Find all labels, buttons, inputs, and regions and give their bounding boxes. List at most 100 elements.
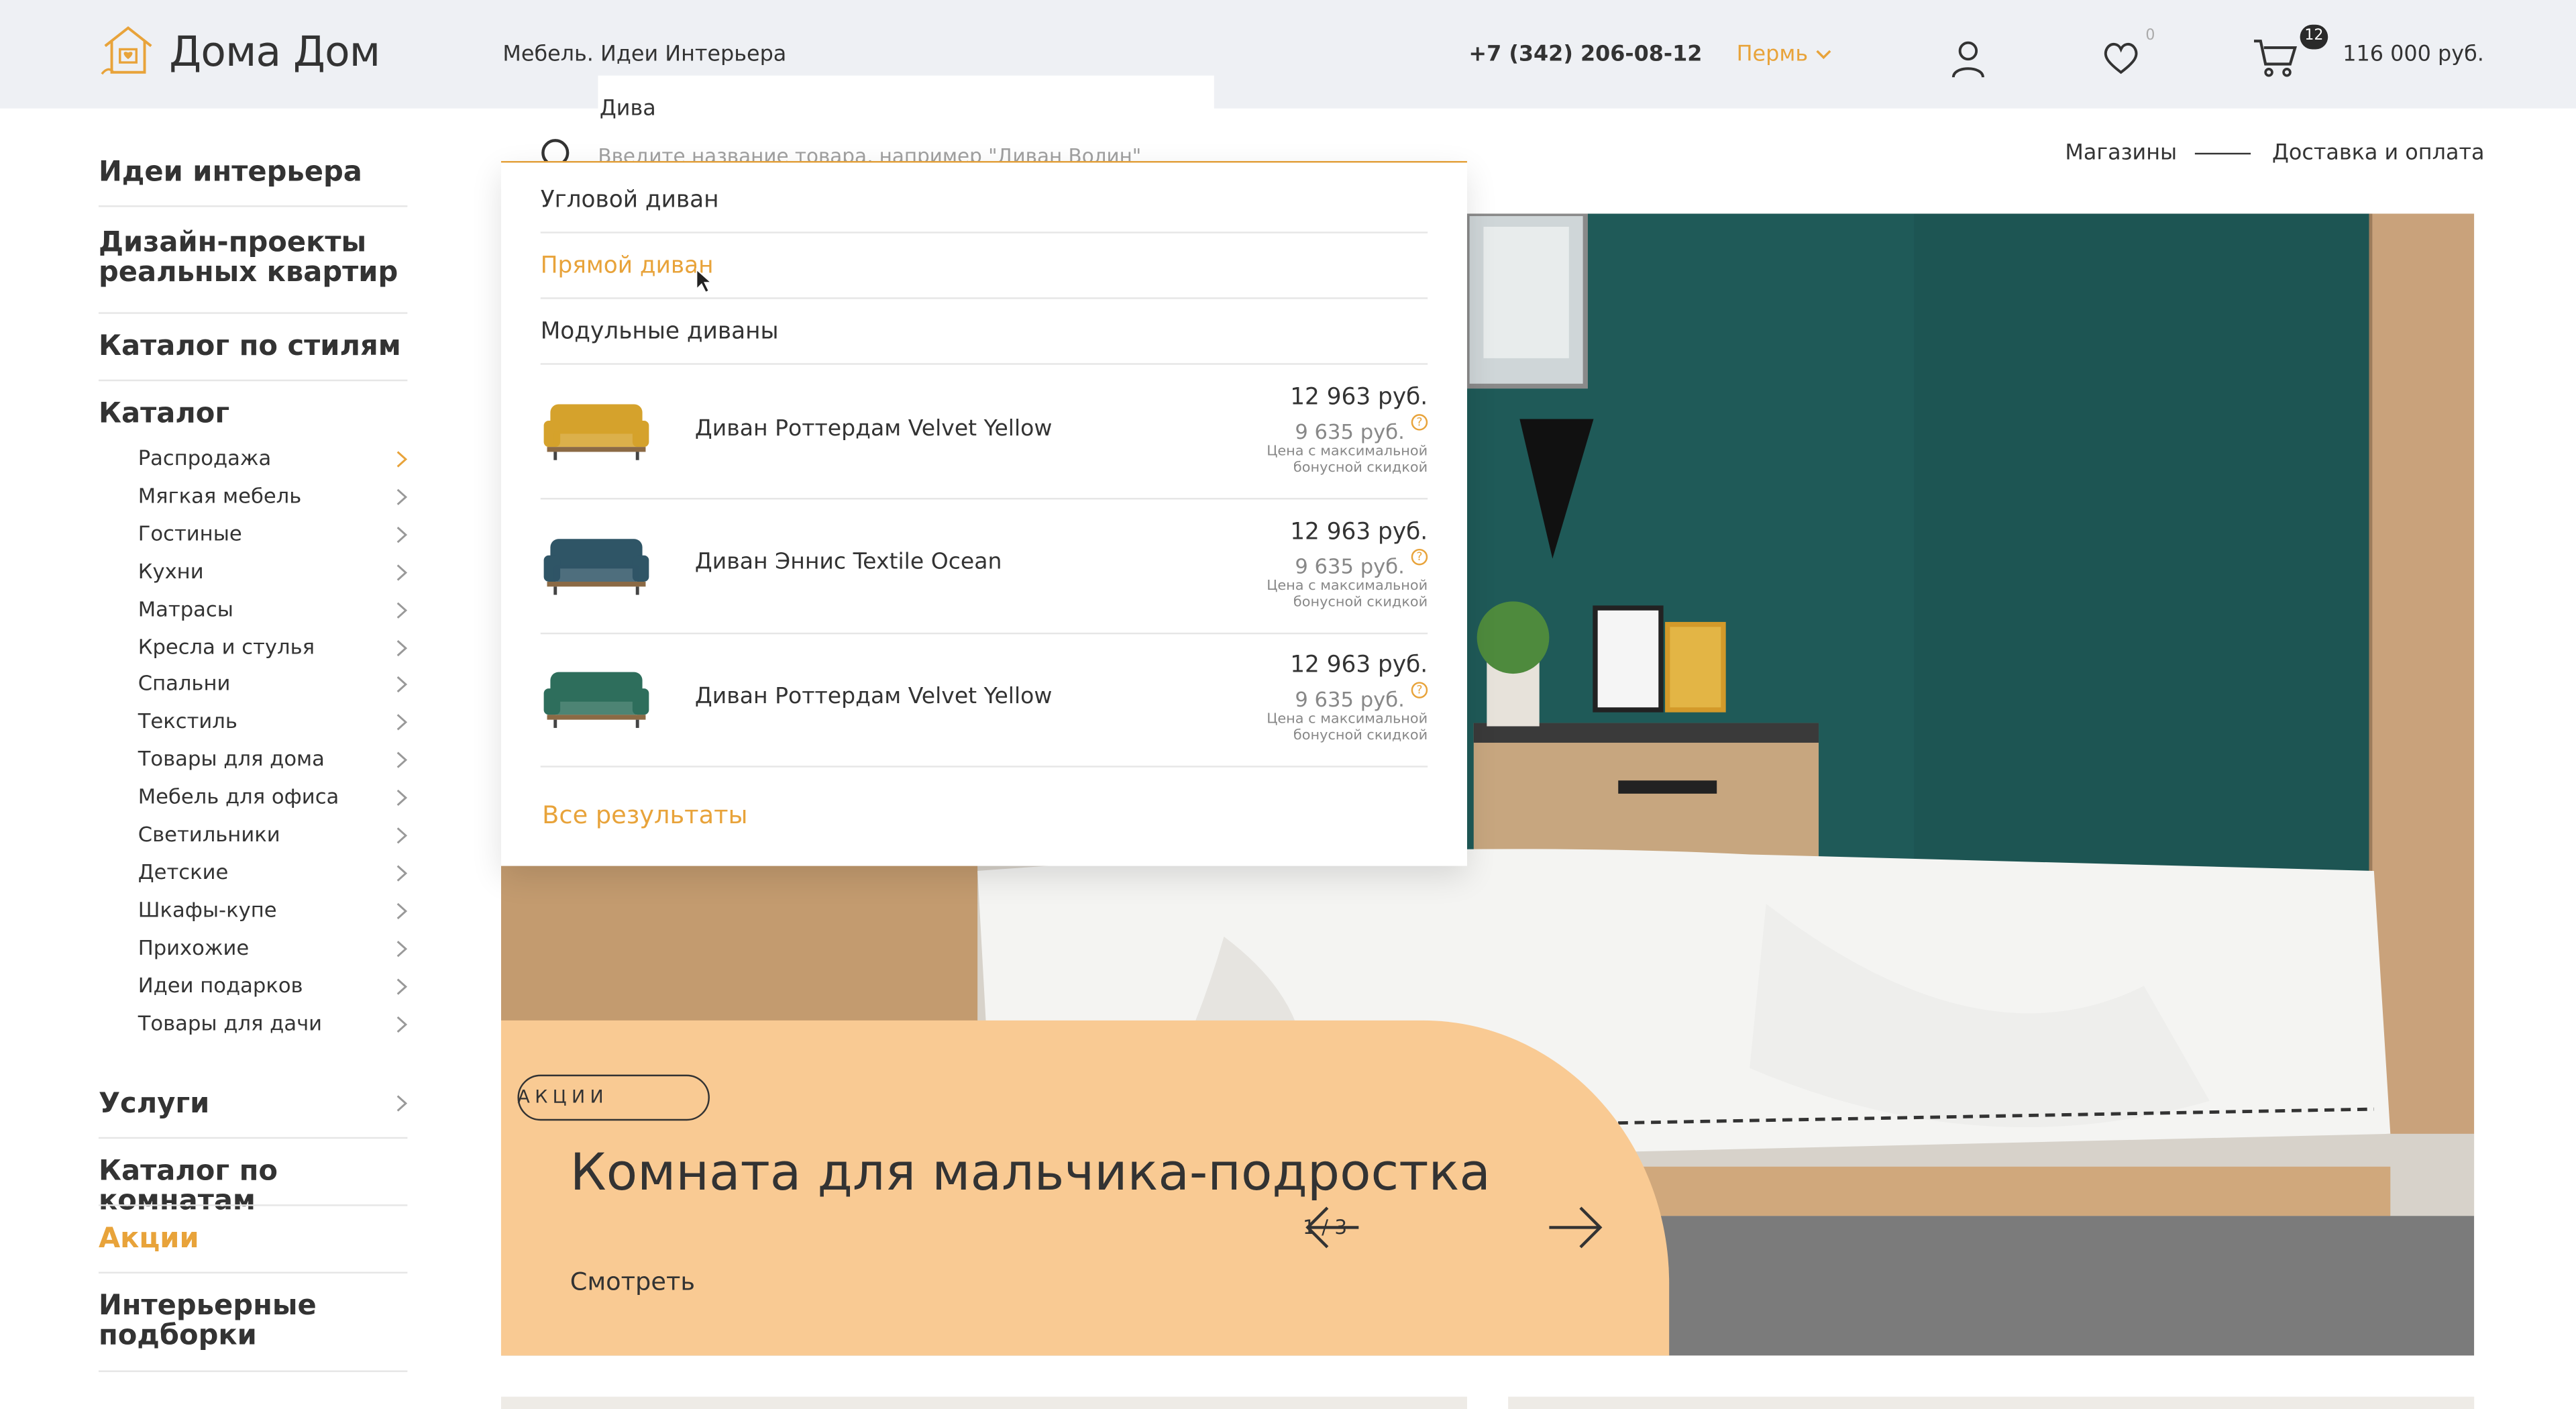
promo-link[interactable]: Смотреть [570,1267,695,1296]
sidebar-item-interior-ideas[interactable]: Идеи интерьера [99,158,407,187]
sidebar-item-collections[interactable]: Интерьерные подборки [99,1292,407,1351]
sofa-thumbnail [543,404,649,460]
chevron-right-icon [396,639,408,656]
info-icon: ? [1411,547,1428,565]
catalog-item[interactable]: Распродажа [138,446,408,470]
sidebar-item-rooms[interactable]: Каталог по комнатам [99,1157,407,1216]
chevron-down-icon [1815,50,1831,60]
mouse-cursor-icon [696,268,713,294]
product-suggestion[interactable]: Диван Роттердам Velvet Yellow 12 963 руб.… [540,365,1428,500]
catalog-item-label: Прихожие [138,934,250,959]
sidebar-item-design-projects[interactable]: Дизайн-проекты реальных квартир [99,228,407,287]
chevron-right-icon [396,940,408,957]
sidebar-item-catalog[interactable]: Каталог [99,399,407,429]
catalog-item[interactable]: Светильники [138,822,408,846]
search-autocomplete[interactable]: Дива [598,75,1214,138]
catalog-item[interactable]: Кресла и стулья [138,633,408,658]
product-name: Диван Роттердам Velvet Yellow [694,683,1053,710]
all-results-link[interactable]: Все результаты [542,800,747,830]
sidebar-item-label: Услуги [98,1088,210,1121]
catalog-item[interactable]: Детские [138,859,408,884]
sidebar-divider [98,312,408,314]
product-bonus-price: 9 635 руб. [1295,419,1405,444]
product-price: 12 963 руб. [1290,384,1428,411]
sofa-thumbnail [543,538,649,594]
catalog-item-label: Товары для дома [138,746,325,772]
info-icon: ? [1411,414,1428,431]
sofa-thumbnail [543,672,649,728]
chevron-right-icon [396,526,408,543]
chevron-right-icon [396,601,408,618]
account-button[interactable] [1950,40,1986,86]
cart-icon [2254,40,2298,77]
chevron-right-icon [396,488,408,505]
chevron-right-icon [396,1095,408,1112]
catalog-item-label: Матрасы [138,595,233,621]
catalog-item[interactable]: Мебель для офиса [138,784,408,808]
sidebar-item-promotions[interactable]: Акции [99,1224,407,1254]
catalog-item-label: Текстиль [138,709,237,733]
catalog-item[interactable]: Прихожие [138,935,408,959]
sidebar-divider [98,1370,408,1372]
logo-text: Дома Дом [169,27,380,75]
site-logo[interactable]: Дома Дом [100,23,380,79]
sidebar-divider [98,1271,408,1273]
chevron-right-icon [396,902,408,919]
nav-stores[interactable]: Магазины [2065,142,2177,166]
catalog-item[interactable]: Шкафы-купе [138,896,408,922]
catalog-item[interactable]: Идеи подарков [138,972,408,997]
suggestion-straight-sofa[interactable]: Прямой диван [540,233,1428,299]
product-price: 12 963 руб. [1290,652,1428,679]
chevron-right-icon [396,865,408,882]
nav-delivery[interactable]: Доставка и оплата [2272,142,2485,166]
catalog-item-label: Детские [138,859,229,884]
house-logo-icon [101,26,152,75]
cart-total[interactable]: 116 000 руб. [2343,43,2484,68]
site-header [0,0,2576,109]
suggestion-modular-sofas[interactable]: Модульные диваны [540,299,1428,365]
sidebar-divider [98,1137,408,1139]
catalog-item[interactable]: Гостиные [138,521,408,545]
sidebar-item-services[interactable]: Услуги [98,1088,408,1121]
product-price-note: Цена с максимальной бонусной скидкой [1267,577,1428,611]
content-card[interactable] [500,1396,1467,1409]
product-price-note: Цена с максимальной бонусной скидкой [1267,711,1428,745]
search-bar[interactable] [500,132,1467,163]
catalog-item[interactable]: Кухни [138,558,408,583]
catalog-item[interactable]: Матрасы [138,596,408,621]
arrow-right-icon [1549,1206,1603,1249]
chevron-right-icon [396,978,408,994]
suggestion-corner-sofa[interactable]: Угловой диван [540,168,1428,233]
favorites-button[interactable] [2101,40,2141,83]
catalog-item[interactable]: Спальни [138,671,408,696]
catalog-item[interactable]: Товары для дома [138,746,408,771]
chevron-right-icon [396,564,408,580]
chevron-right-icon [396,827,408,844]
promo-tag: АКЦИИ [517,1086,608,1108]
content-card[interactable] [1508,1396,2475,1409]
catalog-item[interactable]: Текстиль [138,709,408,733]
catalog-item-label: Шкафы-купе [138,896,277,922]
sidebar-item-styles[interactable]: Каталог по стилям [99,332,407,362]
catalog-item-label: Кухни [138,558,204,583]
catalog-item-label: Спальни [138,671,231,696]
promo-title: Комната для мальчика-подростка [570,1143,1491,1203]
product-suggestion[interactable]: Диван Роттердам Velvet Yellow 12 963 руб.… [540,633,1428,768]
chevron-right-icon [396,676,408,694]
header-phone[interactable]: +7 (342) 206-08-12 [1468,43,1702,68]
product-suggestion[interactable]: Диван Эннис Textile Ocean 12 963 руб. 9 63… [540,499,1428,634]
slider-next-button[interactable] [1546,1203,1605,1259]
slider-prev-button[interactable] [1303,1203,1362,1259]
city-selector[interactable]: Пермь [1736,42,1831,68]
sidebar-divider [98,205,408,207]
product-name: Диван Эннис Textile Ocean [694,547,1002,574]
search-input[interactable] [598,144,1387,162]
product-price: 12 963 руб. [1290,518,1428,545]
catalog-item[interactable]: Мягкая мебель [138,483,408,507]
user-icon [1951,41,1984,78]
catalog-item-label: Мебель для офиса [138,784,339,809]
cart-button[interactable] [2253,36,2299,85]
catalog-item[interactable]: Товары для дачи [138,1010,408,1035]
city-label: Пермь [1736,42,1809,68]
sidebar-divider [98,379,408,382]
